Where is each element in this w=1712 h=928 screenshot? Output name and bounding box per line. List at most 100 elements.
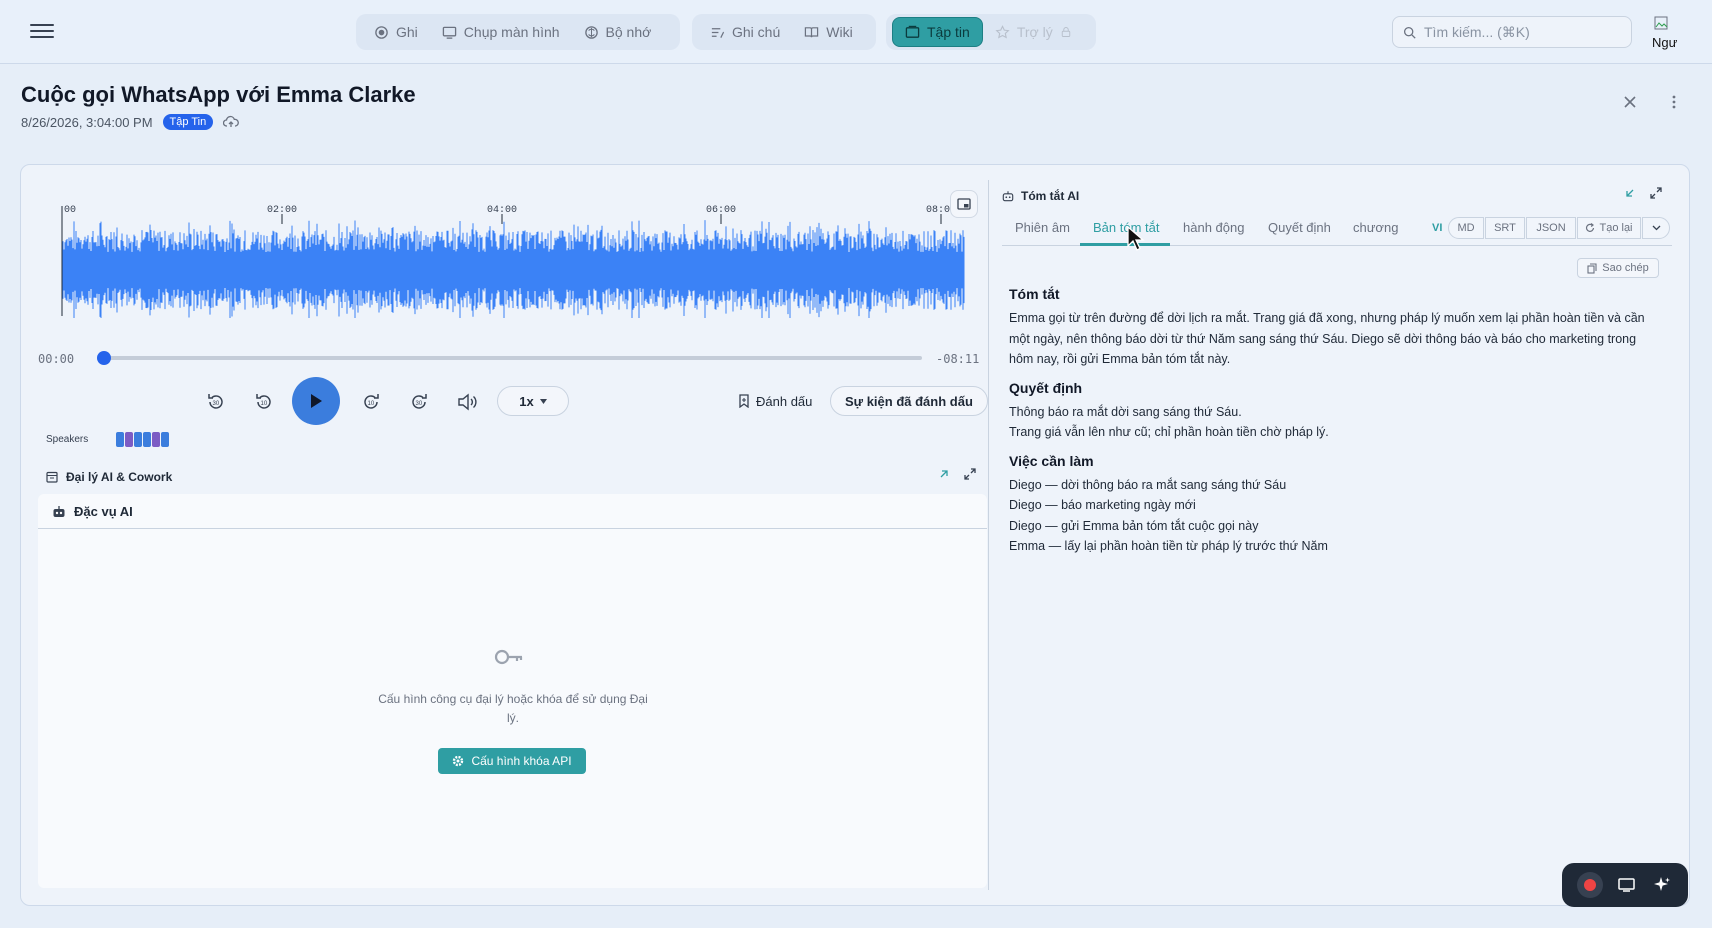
copy-button[interactable]: Sao chép: [1577, 258, 1659, 278]
skip-back-30-button[interactable]: 30: [204, 390, 228, 414]
nav-assistant-button[interactable]: Trợ lý: [983, 17, 1084, 47]
tab-transcript[interactable]: Phiên âm: [1015, 220, 1070, 235]
ai-sparkle-button[interactable]: [1651, 874, 1673, 896]
top-bar: Ghi Chụp màn hình Bộ nhớ Ghi chú Wiki Tậ…: [0, 0, 1712, 64]
remaining-time: -08:11: [936, 352, 980, 366]
panel-divider[interactable]: [988, 180, 989, 890]
speaker-segment[interactable]: [161, 432, 169, 447]
robot-icon: [53, 505, 65, 517]
bookmark-button[interactable]: Đánh dấu: [738, 388, 812, 414]
speaker-segment[interactable]: [152, 432, 160, 447]
waveform[interactable]: 00 02:00 04:00 06:00 08:0: [60, 198, 965, 318]
close-icon[interactable]: [1620, 92, 1640, 112]
speakers-label: Speakers: [46, 434, 89, 445]
nav-assistant-label: Trợ lý: [1016, 24, 1053, 40]
copy-label: Sao chép: [1602, 262, 1649, 274]
menu-icon[interactable]: [30, 20, 54, 44]
marked-events-button[interactable]: Sự kiện đã đánh dấu: [830, 386, 988, 416]
export-json-button[interactable]: JSON: [1526, 217, 1576, 239]
ruler-label-0: 00: [64, 205, 76, 216]
more-vertical-icon[interactable]: [1664, 92, 1684, 112]
nav-wiki-button[interactable]: Wiki: [792, 17, 864, 47]
speaker-segment[interactable]: [116, 432, 124, 447]
floating-toolbar: [1562, 863, 1688, 907]
volume-icon: [458, 393, 477, 411]
regenerate-label: Tạo lại: [1599, 222, 1633, 234]
forward-30-icon: 30: [412, 394, 427, 409]
summary-line: Diego — gửi Emma bản tóm tắt cuộc gọi nà…: [1009, 518, 1259, 533]
search-icon: [1403, 26, 1416, 39]
volume-button[interactable]: [455, 390, 479, 414]
page-title: Cuộc gọi WhatsApp với Emma Clarke: [21, 82, 416, 107]
language-toggle[interactable]: VI: [1432, 222, 1442, 234]
export-srt-button[interactable]: SRT: [1485, 217, 1525, 239]
lock-icon: [1061, 27, 1070, 37]
screen-capture-button[interactable]: [1616, 874, 1638, 896]
summary-content: Tóm tắt Emma gọi từ trên đường để dời lịc…: [1009, 286, 1659, 567]
book-icon: [805, 26, 819, 37]
seek-bar[interactable]: [97, 351, 922, 365]
skip-forward-10-button[interactable]: 10: [359, 390, 383, 414]
configure-api-key-button[interactable]: Cấu hình khóa API: [438, 748, 586, 774]
svg-text:10: 10: [368, 401, 375, 407]
picture-in-picture-button[interactable]: [950, 190, 978, 218]
folder-icon: [905, 25, 920, 38]
skip-forward-30-button[interactable]: 30: [407, 390, 431, 414]
cloud-upload-icon[interactable]: [223, 115, 240, 129]
configure-api-key-label: Cấu hình khóa API: [471, 754, 572, 768]
nav-files-button[interactable]: Tập tin: [892, 17, 983, 47]
speaker-segment[interactable]: [143, 432, 151, 447]
nav-memory-button[interactable]: Bộ nhớ: [572, 17, 664, 47]
record-dot-icon: [1583, 879, 1596, 891]
nav-notes-button[interactable]: Ghi chú: [698, 17, 792, 47]
mouse-cursor-icon: [1127, 226, 1145, 251]
summary-section-heading: Việc cần làm: [1009, 452, 1094, 469]
play-icon: [311, 394, 322, 408]
chevron-down-icon: [1652, 225, 1660, 231]
summary-section: Việc cần làm Diego — dời thông báo ra mắt…: [1009, 453, 1659, 557]
speaker-timeline[interactable]: [116, 432, 169, 447]
avatar-alt-text: Ngư: [1652, 35, 1678, 50]
svg-text:10: 10: [261, 401, 268, 407]
bookmark-label: Đánh dấu: [756, 393, 813, 409]
star-icon: [995, 24, 1010, 39]
tab-actions[interactable]: hành động: [1183, 220, 1244, 235]
note-icon: [711, 27, 725, 38]
expand-icon[interactable]: [964, 468, 976, 480]
nav-record-button[interactable]: Ghi: [362, 17, 430, 47]
play-button[interactable]: [292, 377, 340, 425]
skip-back-10-button[interactable]: 10: [252, 390, 276, 414]
waveform-bars: [62, 220, 965, 318]
summary-line: Thông báo ra mắt dời sang sáng thứ Sáu.: [1009, 404, 1242, 419]
copy-icon: [1587, 262, 1597, 274]
regenerate-button[interactable]: Tạo lại: [1577, 217, 1641, 239]
ruler-label-3: 06:00: [706, 205, 736, 216]
agent-panel-title: Đặc vụ AI: [74, 503, 133, 519]
tab-chapters[interactable]: chương: [1353, 220, 1398, 235]
summary-line: Diego — dời thông báo ra mắt sang sáng t…: [1009, 477, 1287, 492]
expand-icon[interactable]: [1650, 187, 1662, 199]
more-options-dropdown[interactable]: [1642, 217, 1670, 239]
summary-section: Quyết định Thông báo ra mắt dời sang sáng…: [1009, 380, 1659, 443]
playback-speed-select[interactable]: 1x: [497, 386, 569, 416]
nav-screenshot-button[interactable]: Chụp màn hình: [430, 17, 572, 47]
search-box[interactable]: [1392, 16, 1632, 48]
export-md-button[interactable]: MD: [1448, 217, 1484, 239]
record-button[interactable]: [1576, 872, 1603, 898]
seek-handle[interactable]: [97, 351, 111, 365]
key-icon: [494, 649, 523, 665]
nav-group-files: Tập tin Trợ lý: [886, 14, 1096, 50]
nav-group-capture: Ghi Chụp màn hình Bộ nhớ: [356, 14, 680, 50]
agent-section-header: Đại lý AI & Cowork: [46, 470, 172, 484]
rewind-10-icon: 10: [256, 394, 271, 409]
speaker-segment[interactable]: [134, 432, 142, 447]
broken-image-icon: [1654, 16, 1668, 30]
arrow-up-right-icon[interactable]: [938, 468, 950, 480]
summary-section-heading: Tóm tắt: [1009, 286, 1060, 302]
search-input[interactable]: [1424, 24, 1614, 40]
collapse-icon[interactable]: [1624, 187, 1636, 199]
speaker-segment[interactable]: [125, 432, 133, 447]
forward-10-icon: 10: [364, 394, 379, 409]
tab-decisions[interactable]: Quyết định: [1268, 220, 1331, 235]
avatar[interactable]: Ngư: [1652, 16, 1686, 50]
